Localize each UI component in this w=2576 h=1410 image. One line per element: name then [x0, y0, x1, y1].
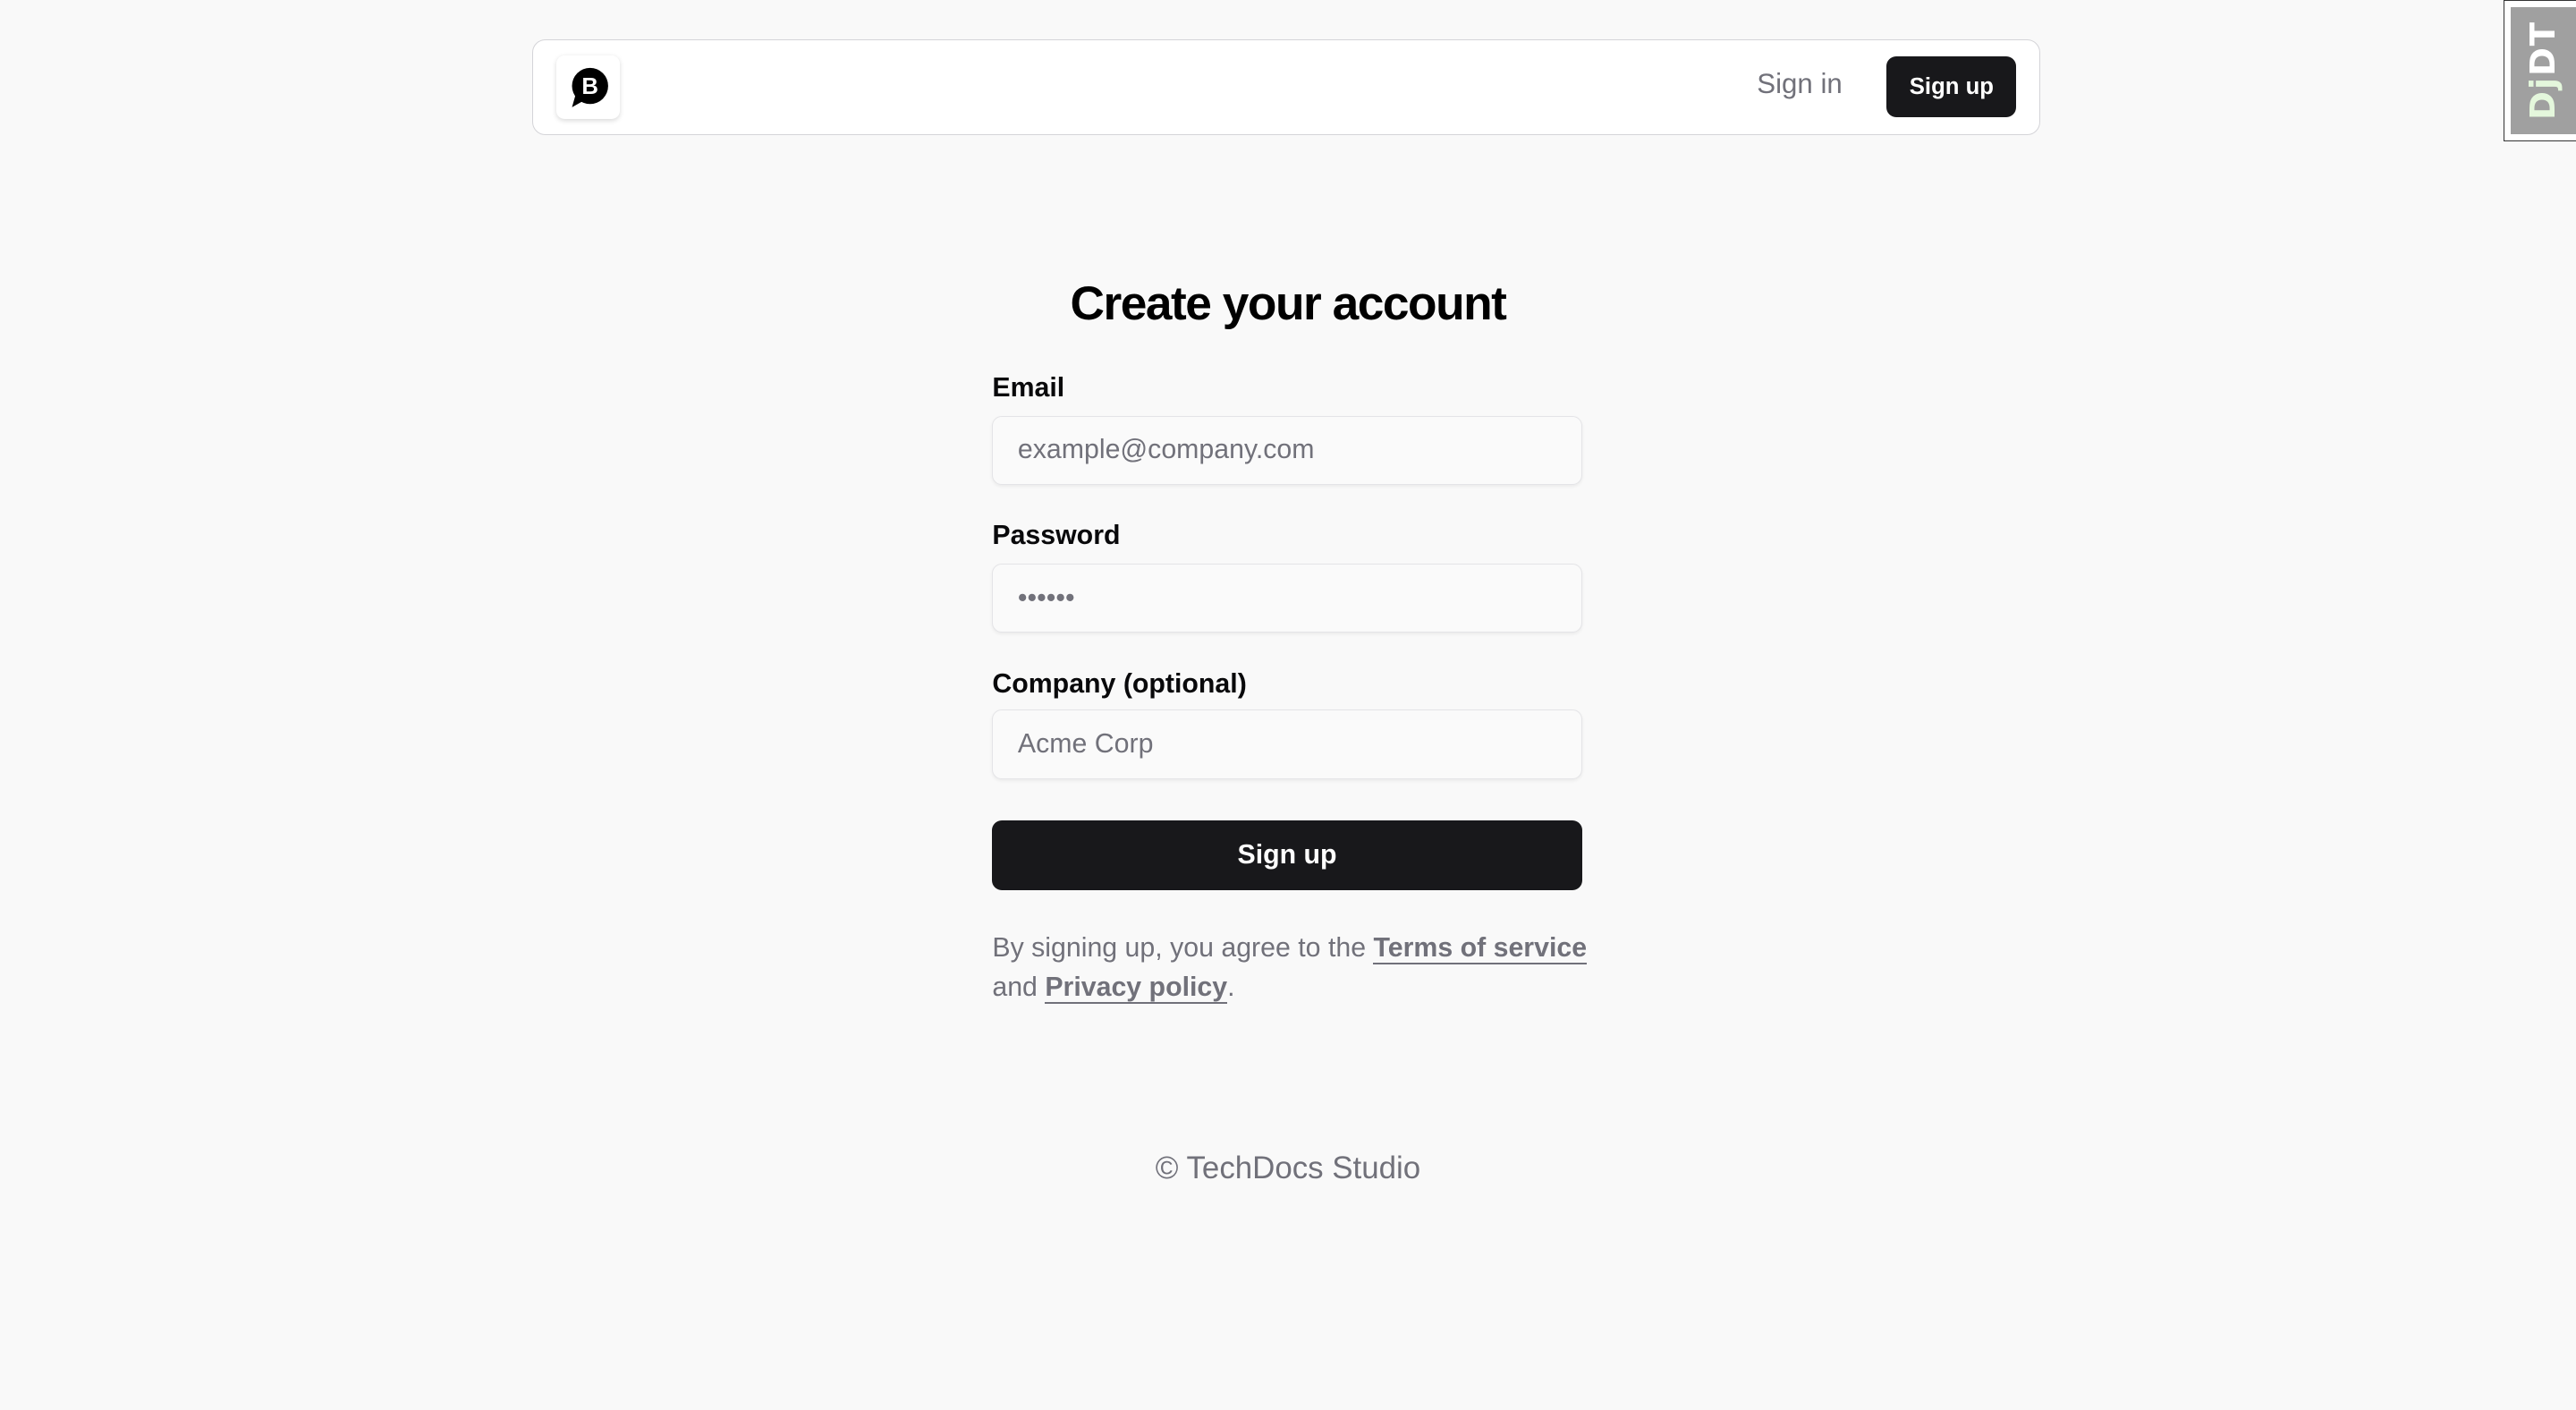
- nav-sign-in-link[interactable]: Sign in: [1757, 68, 1842, 100]
- password-label: Password: [992, 521, 1121, 551]
- email-label: Email: [992, 372, 1065, 403]
- brand-logo-icon: B: [572, 67, 608, 107]
- privacy-policy-link[interactable]: Privacy policy: [1045, 972, 1228, 1004]
- terms-of-service-link[interactable]: Terms of service: [1373, 932, 1588, 964]
- django-debug-toolbar-handle[interactable]: DjDT: [2504, 0, 2576, 141]
- email-input[interactable]: [992, 415, 1582, 485]
- company-label: Company (optional): [992, 668, 1247, 699]
- top-navbar: B Sign in Sign up: [532, 39, 2041, 135]
- password-input[interactable]: [992, 563, 1582, 633]
- terms-notice: By signing up, you agree to the Terms of…: [992, 929, 1588, 1007]
- footer-copyright: © TechDocs Studio: [1155, 1150, 1421, 1185]
- page-title: Create your account: [1070, 276, 1506, 330]
- nav-sign-up-button[interactable]: Sign up: [1886, 56, 2017, 118]
- terms-suffix: .: [1227, 972, 1235, 1002]
- terms-middle: and: [992, 972, 1046, 1002]
- djdt-handle-inner: DjDT: [2511, 7, 2576, 134]
- logo-link[interactable]: B: [555, 55, 621, 120]
- svg-text:B: B: [581, 74, 598, 99]
- sign-up-submit-button[interactable]: Sign up: [992, 820, 1582, 891]
- djdt-label-dj: Dj: [2523, 76, 2564, 121]
- djdt-label-dt: DT: [2523, 21, 2564, 77]
- djdt-label: DjDT: [2523, 21, 2563, 121]
- company-input[interactable]: [992, 709, 1582, 779]
- terms-prefix: By signing up, you agree to the: [992, 932, 1374, 963]
